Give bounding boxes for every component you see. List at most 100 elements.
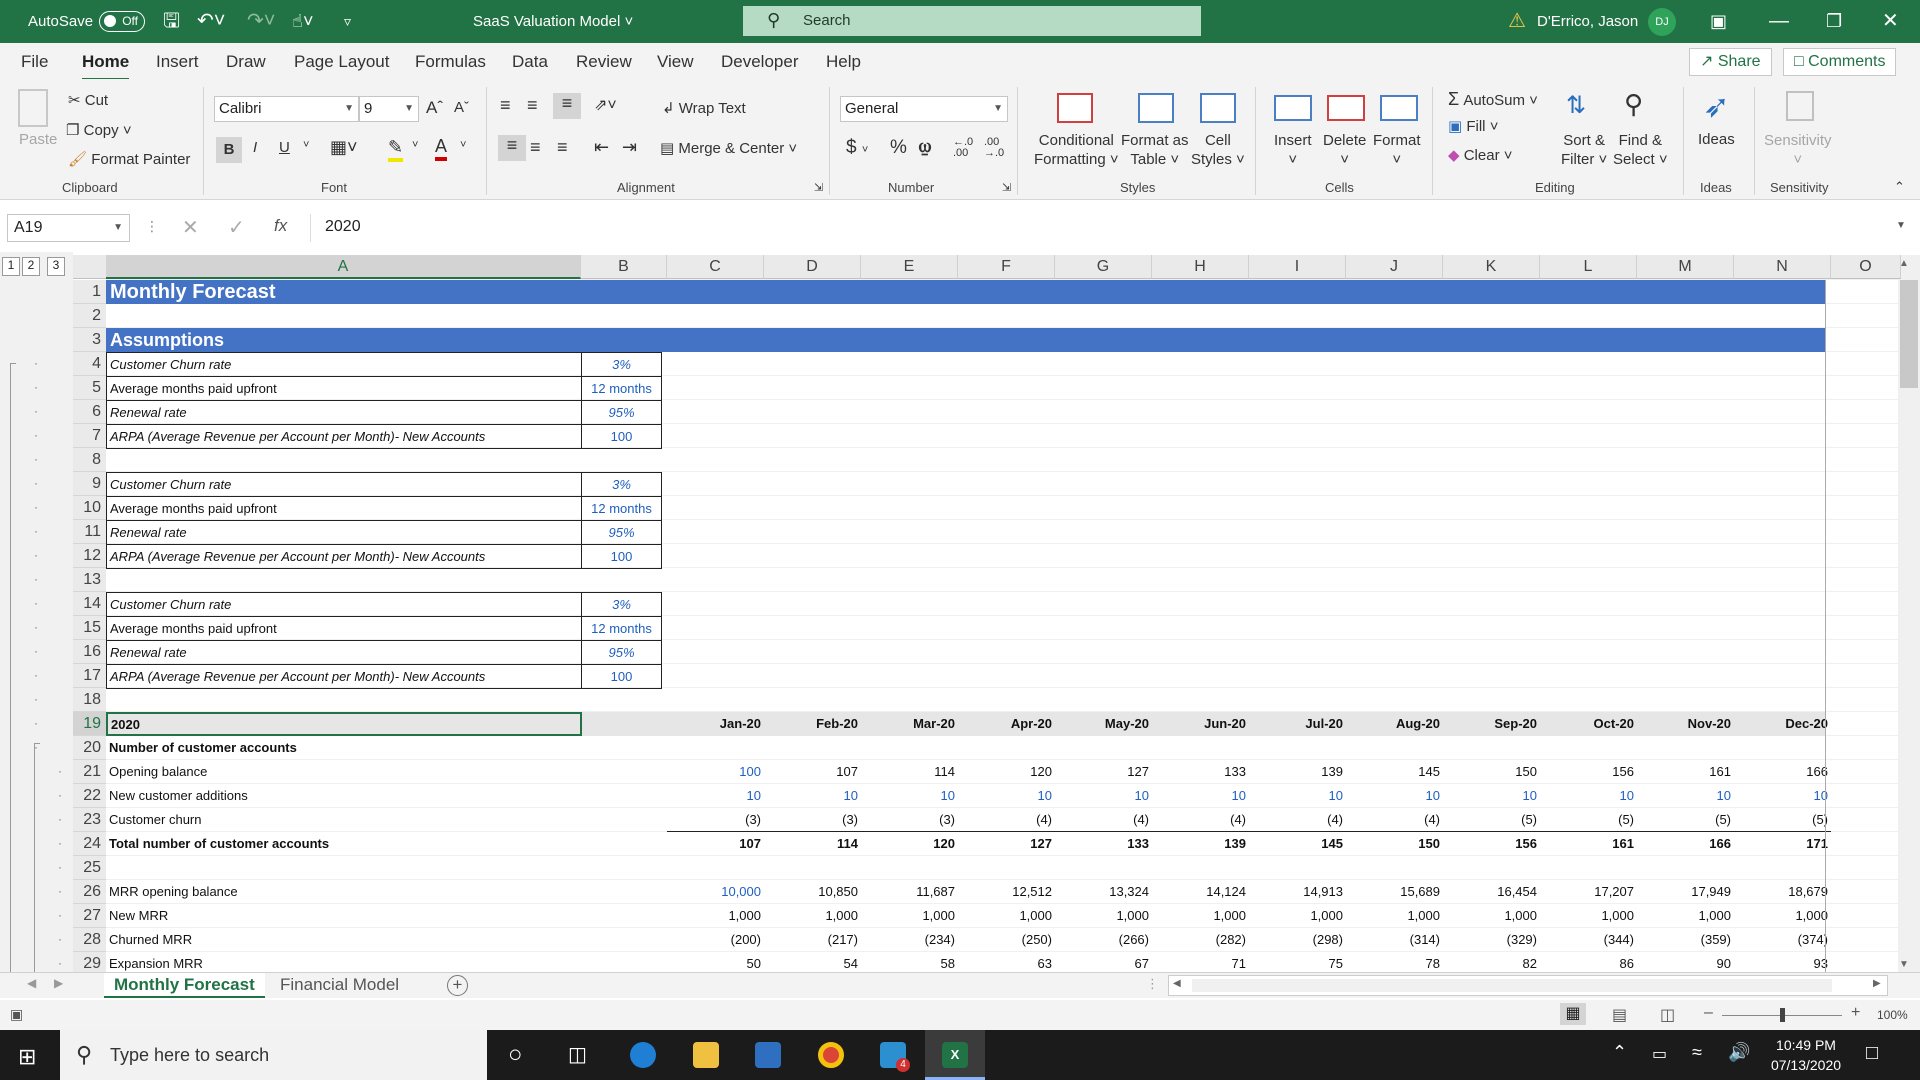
fill-button[interactable]: ▣ Fill ˅: [1448, 117, 1498, 135]
file-explorer-icon[interactable]: [693, 1042, 719, 1068]
data-cell[interactable]: 145: [1346, 760, 1443, 784]
minimize-icon[interactable]: —: [1769, 0, 1789, 43]
row-header-9[interactable]: 9: [73, 472, 106, 496]
row-label[interactable]: New MRR: [106, 904, 582, 928]
data-cell[interactable]: 10: [1540, 784, 1637, 808]
data-cell[interactable]: 12,512: [958, 880, 1055, 904]
data-cell[interactable]: (5): [1734, 808, 1831, 832]
row-header-19[interactable]: 19: [73, 712, 106, 736]
data-cell[interactable]: (3): [861, 808, 958, 832]
data-cell[interactable]: 156: [1443, 832, 1540, 856]
find-select-icon[interactable]: ⚲: [1624, 89, 1643, 120]
data-cell[interactable]: 120: [958, 760, 1055, 784]
assumption-label[interactable]: ARPA (Average Revenue per Account per Mo…: [106, 544, 582, 569]
data-cell[interactable]: 166: [1734, 760, 1831, 784]
windows-start-icon[interactable]: ⊞: [18, 1044, 36, 1070]
close-icon[interactable]: ✕: [1882, 0, 1899, 43]
data-cell[interactable]: 145: [1249, 832, 1346, 856]
scroll-down-icon[interactable]: ▼: [1899, 959, 1909, 970]
data-cell[interactable]: (298): [1249, 928, 1346, 952]
row-header-27[interactable]: 27: [73, 904, 106, 928]
row-header-14[interactable]: 14: [73, 592, 106, 616]
store-icon[interactable]: [755, 1042, 781, 1068]
font-name-select[interactable]: Calibri ▼: [214, 96, 359, 122]
data-cell[interactable]: 150: [1346, 832, 1443, 856]
assumption-value[interactable]: 100: [581, 544, 662, 569]
autosum-button[interactable]: Σ AutoSum ˅: [1448, 89, 1538, 110]
row-label[interactable]: Customer churn: [106, 808, 582, 832]
warning-icon[interactable]: ⚠: [1508, 0, 1526, 43]
copy-button[interactable]: ❐ Copy ˅: [66, 121, 132, 139]
assumption-value[interactable]: 95%: [581, 640, 662, 665]
ribbon-display-icon[interactable]: ▣: [1710, 0, 1727, 43]
column-header-c[interactable]: C: [667, 255, 764, 279]
data-cell[interactable]: 161: [1540, 832, 1637, 856]
tab-insert[interactable]: Insert: [156, 52, 199, 72]
assumption-value[interactable]: 12 months: [581, 496, 662, 521]
month-header[interactable]: Aug-20: [1346, 712, 1443, 736]
user-name[interactable]: D'Errico, Jason: [1537, 0, 1638, 43]
cortana-icon[interactable]: ○: [508, 1041, 523, 1069]
show-hidden-icons-icon[interactable]: ⌃: [1612, 1042, 1627, 1063]
decrease-font-icon[interactable]: Aˇ: [454, 99, 469, 116]
tab-view[interactable]: View: [657, 52, 694, 72]
data-cell[interactable]: 1,000: [958, 904, 1055, 928]
data-cell[interactable]: 1,000: [861, 904, 958, 928]
increase-decimal-icon[interactable]: ←.0.00: [953, 137, 973, 159]
save-icon[interactable]: 🖫: [163, 0, 180, 43]
customize-toolbar-icon[interactable]: ▿: [344, 0, 351, 43]
document-title[interactable]: SaaS Valuation Model ˅: [473, 0, 633, 43]
data-cell[interactable]: (200): [667, 928, 764, 952]
percent-icon[interactable]: %: [890, 137, 907, 159]
taskbar-search[interactable]: ⚲ Type here to search: [60, 1030, 487, 1080]
increase-font-icon[interactable]: Aˆ: [426, 98, 443, 118]
scroll-left-icon[interactable]: ◀: [1173, 978, 1181, 989]
column-header-g[interactable]: G: [1055, 255, 1152, 279]
hscroll-track[interactable]: [1192, 979, 1832, 992]
data-cell[interactable]: 71: [1152, 952, 1249, 972]
data-cell[interactable]: 82: [1443, 952, 1540, 972]
data-cell[interactable]: (3): [764, 808, 861, 832]
outline-level-3-button[interactable]: 3: [47, 257, 65, 276]
data-cell[interactable]: 1,000: [764, 904, 861, 928]
data-cell[interactable]: 1,000: [1734, 904, 1831, 928]
number-format-select[interactable]: General ▼: [840, 96, 1008, 122]
align-bottom-icon[interactable]: ≡: [553, 93, 581, 119]
data-cell[interactable]: 114: [764, 832, 861, 856]
data-cell[interactable]: 1,000: [1540, 904, 1637, 928]
outline-level-2-button[interactable]: 2: [22, 257, 40, 276]
data-cell[interactable]: 11,687: [861, 880, 958, 904]
data-cell[interactable]: 10: [1734, 784, 1831, 808]
column-header-k[interactable]: K: [1443, 255, 1540, 279]
assumption-value[interactable]: 95%: [581, 400, 662, 425]
font-color-icon[interactable]: A: [435, 136, 448, 161]
month-header[interactable]: Jul-20: [1249, 712, 1346, 736]
cut-button[interactable]: ✂ Cut: [68, 91, 108, 109]
row-label[interactable]: MRR opening balance: [106, 880, 582, 904]
insert-cells-icon[interactable]: [1274, 95, 1312, 121]
assumption-value[interactable]: 100: [581, 424, 662, 449]
format-as-table-icon[interactable]: [1138, 93, 1174, 123]
tab-split-handle-icon[interactable]: ⋮: [1146, 976, 1159, 992]
zoom-slider-thumb[interactable]: [1780, 1008, 1785, 1022]
data-cell[interactable]: 166: [1637, 832, 1734, 856]
sort-filter-icon[interactable]: ⇅: [1566, 91, 1586, 120]
align-center-icon[interactable]: ≡: [530, 137, 541, 158]
ideas-icon[interactable]: ➶: [1703, 87, 1730, 125]
assumption-value[interactable]: 95%: [581, 520, 662, 545]
data-cell[interactable]: (5): [1637, 808, 1734, 832]
row-header-16[interactable]: 16: [73, 640, 106, 664]
italic-button[interactable]: I: [253, 139, 257, 156]
format-cells-icon[interactable]: [1380, 95, 1418, 121]
section-title-monthly-forecast[interactable]: Monthly Forecast: [106, 280, 1826, 304]
data-cell[interactable]: 120: [861, 832, 958, 856]
normal-view-icon[interactable]: ▦: [1560, 1003, 1586, 1025]
row-header-11[interactable]: 11: [73, 520, 106, 544]
data-cell[interactable]: 1,000: [1249, 904, 1346, 928]
data-cell[interactable]: 133: [1152, 760, 1249, 784]
tab-formulas[interactable]: Formulas: [415, 52, 486, 72]
data-cell[interactable]: 1,000: [1055, 904, 1152, 928]
column-header-l[interactable]: L: [1540, 255, 1637, 279]
data-cell[interactable]: (374): [1734, 928, 1831, 952]
assumption-value[interactable]: 12 months: [581, 616, 662, 641]
